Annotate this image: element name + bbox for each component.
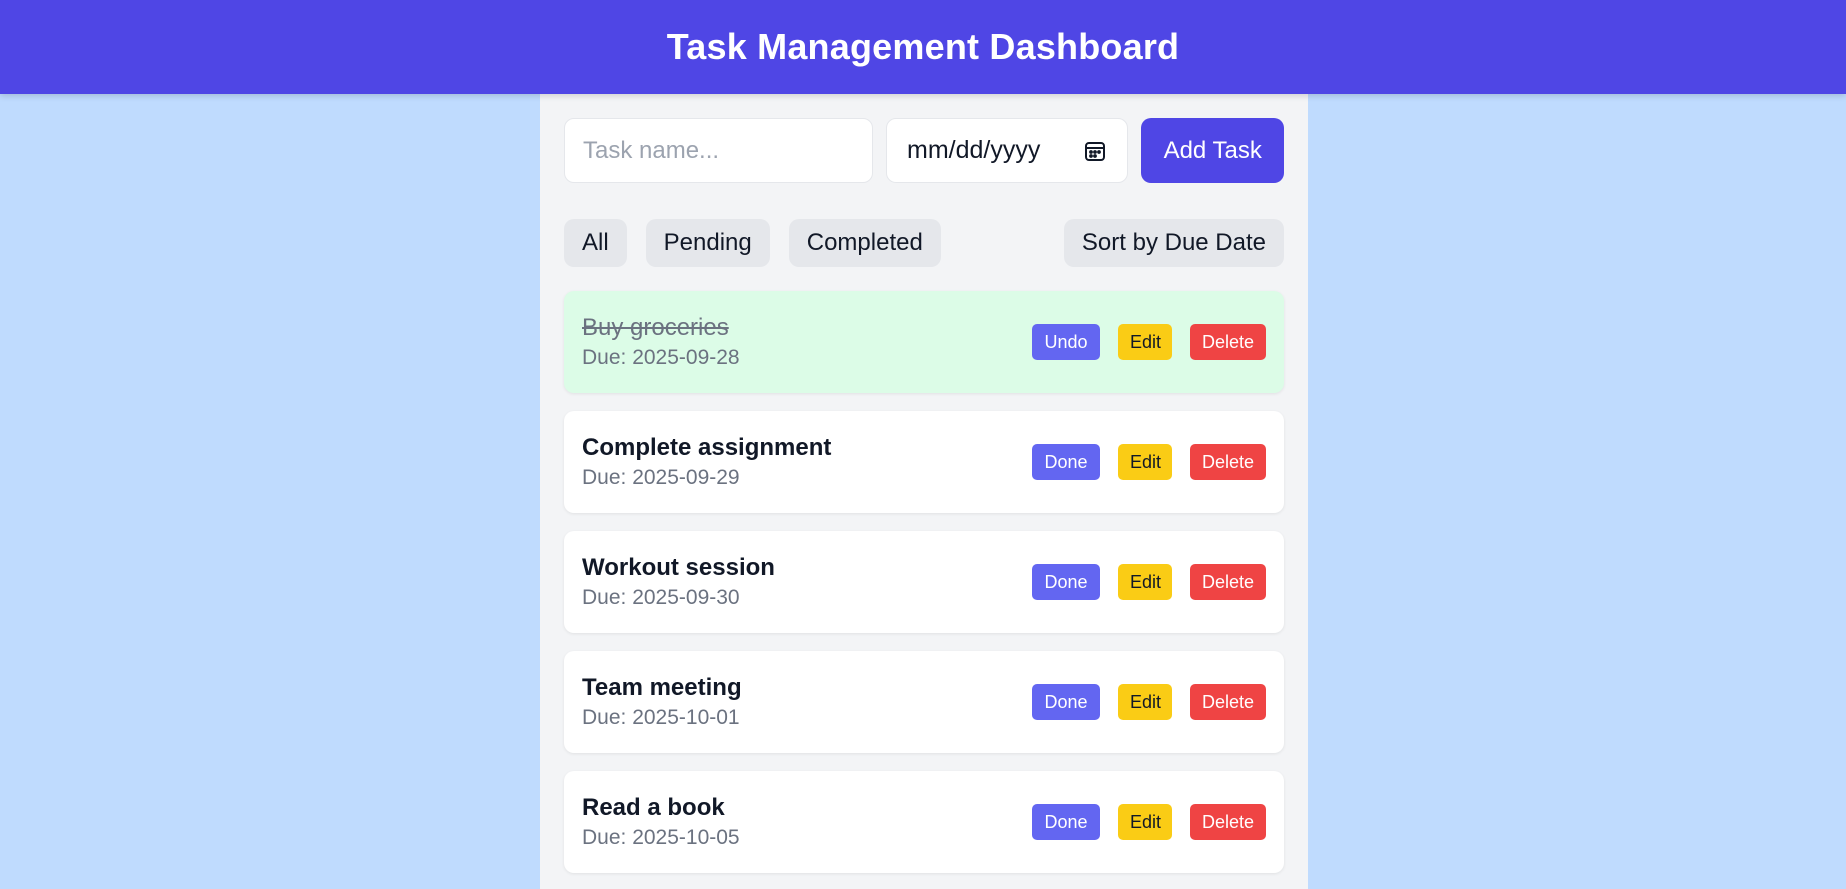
delete-button[interactable]: Delete <box>1190 324 1266 360</box>
task-actions: Done Edit Delete <box>1032 564 1266 600</box>
task-item: Complete assignment Due: 2025-09-29 Done… <box>564 411 1284 513</box>
date-placeholder: mm/dd/yyyy <box>907 136 1041 164</box>
task-panel: mm/dd/yyyy Add Task All Pending Complete… <box>540 94 1308 889</box>
task-actions: Done Edit Delete <box>1032 804 1266 840</box>
filter-bar: All Pending Completed Sort by Due Date <box>564 219 1284 267</box>
delete-button[interactable]: Delete <box>1190 804 1266 840</box>
task-due-date: Due: 2025-09-30 <box>582 586 740 609</box>
task-info: Read a book Due: 2025-10-05 <box>582 794 740 850</box>
task-due-date: Due: 2025-09-28 <box>582 346 740 369</box>
add-task-button[interactable]: Add Task <box>1141 118 1284 183</box>
undo-button[interactable]: Undo <box>1032 324 1100 360</box>
task-actions: Undo Edit Delete <box>1032 324 1266 360</box>
sort-by-due-date-button[interactable]: Sort by Due Date <box>1063 219 1284 267</box>
done-button[interactable]: Done <box>1032 564 1100 600</box>
due-date-input[interactable]: mm/dd/yyyy <box>886 118 1129 183</box>
edit-button[interactable]: Edit <box>1118 804 1172 840</box>
task-due-date: Due: 2025-09-29 <box>582 466 740 489</box>
done-button[interactable]: Done <box>1032 684 1100 720</box>
task-info: Team meeting Due: 2025-10-01 <box>582 674 742 730</box>
edit-button[interactable]: Edit <box>1118 564 1172 600</box>
task-actions: Done Edit Delete <box>1032 444 1266 480</box>
task-due-date: Due: 2025-10-01 <box>582 706 740 729</box>
task-title: Complete assignment <box>582 434 832 461</box>
task-item: Workout session Due: 2025-09-30 Done Edi… <box>564 531 1284 633</box>
add-task-form: mm/dd/yyyy Add Task <box>564 118 1284 183</box>
task-title: Read a book <box>582 794 725 821</box>
done-button[interactable]: Done <box>1032 804 1100 840</box>
task-list: Buy groceries Due: 2025-09-28 Undo Edit … <box>564 291 1284 873</box>
task-info: Complete assignment Due: 2025-09-29 <box>582 434 831 490</box>
delete-button[interactable]: Delete <box>1190 684 1266 720</box>
filter-completed-button[interactable]: Completed <box>788 219 941 267</box>
app-header: Task Management Dashboard <box>0 0 1846 94</box>
done-button[interactable]: Done <box>1032 444 1100 480</box>
task-title: Team meeting <box>582 674 742 701</box>
task-item: Team meeting Due: 2025-10-01 Done Edit D… <box>564 651 1284 753</box>
task-title: Buy groceries <box>582 314 729 341</box>
task-item: Buy groceries Due: 2025-09-28 Undo Edit … <box>564 291 1284 393</box>
page-title: Task Management Dashboard <box>666 26 1180 67</box>
task-info: Workout session Due: 2025-09-30 <box>582 554 775 610</box>
task-info: Buy groceries Due: 2025-09-28 <box>582 314 740 370</box>
task-actions: Done Edit Delete <box>1032 684 1266 720</box>
task-name-input[interactable] <box>564 118 873 183</box>
task-title: Workout session <box>582 554 775 581</box>
calendar-icon[interactable] <box>1083 139 1107 163</box>
task-due-date: Due: 2025-10-05 <box>582 826 740 849</box>
delete-button[interactable]: Delete <box>1190 444 1266 480</box>
filter-all-button[interactable]: All <box>564 219 627 267</box>
edit-button[interactable]: Edit <box>1118 444 1172 480</box>
task-item: Read a book Due: 2025-10-05 Done Edit De… <box>564 771 1284 873</box>
edit-button[interactable]: Edit <box>1118 684 1172 720</box>
edit-button[interactable]: Edit <box>1118 324 1172 360</box>
filter-pending-button[interactable]: Pending <box>645 219 770 267</box>
delete-button[interactable]: Delete <box>1190 564 1266 600</box>
